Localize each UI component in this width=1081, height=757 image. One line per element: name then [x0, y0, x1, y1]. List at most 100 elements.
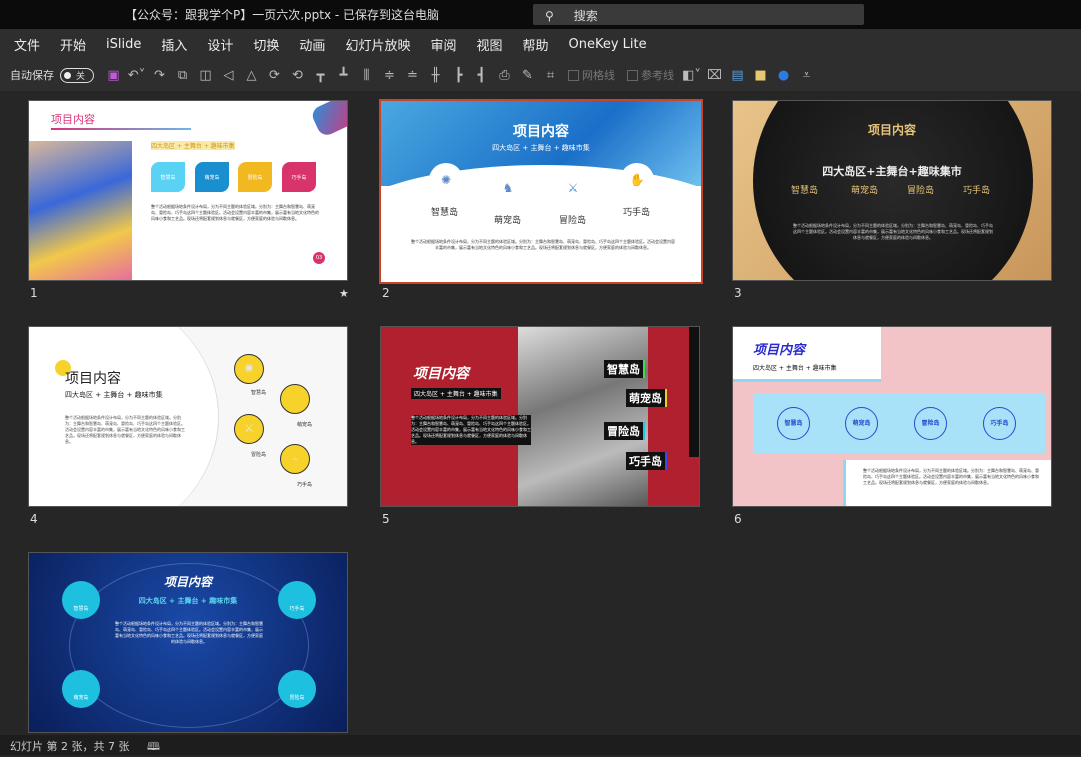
rotate-right-icon[interactable]: ⟳: [263, 68, 286, 83]
slide-number: 4: [30, 512, 38, 526]
tab-animations[interactable]: 动画: [299, 35, 325, 54]
island-card: 智慧岛: [151, 162, 185, 192]
island-card: 冒险岛: [238, 162, 272, 192]
tab-islide[interactable]: iSlide: [106, 37, 141, 52]
slide-thumbnail-5[interactable]: 项目内容 四大岛区 + 主舞台 + 趣味市集 整个活动根据场地条件设计布局，分为…: [380, 326, 700, 507]
distribute-horizontal-icon[interactable]: ⫼: [355, 68, 378, 83]
island-label: 智慧岛: [251, 390, 267, 396]
slide-counter: 幻灯片 第 2 张，共 7 张: [10, 740, 130, 753]
island-label: 冒险岛: [251, 452, 267, 458]
island-label: 萌宠岛: [626, 389, 667, 407]
slide-thumbnail-2[interactable]: 项目内容 四大岛区 + 主舞台 + 趣味市集 ✺ ♞ ⚔ ✋ 智慧岛 萌宠岛 冒…: [379, 99, 703, 284]
island-circle-sword: 冒险岛: [278, 670, 316, 708]
island-label: 萌宠岛: [494, 216, 522, 226]
fill-color-icon[interactable]: ▤: [726, 68, 749, 83]
hand-icon: –: [280, 444, 310, 474]
align-bottom-icon[interactable]: ┻: [332, 68, 355, 83]
group-icon[interactable]: ⧉: [171, 68, 194, 83]
shape-color-icon[interactable]: ■: [749, 68, 772, 83]
tab-onekey[interactable]: OneKey Lite: [569, 37, 647, 52]
search-placeholder: 搜索: [573, 9, 598, 23]
slide-title: 项目内容: [51, 113, 95, 126]
slide-subtitle: 四大岛区 + 主舞台 + 趣味市集: [492, 144, 590, 152]
slide-number: 5: [382, 512, 390, 526]
redo-icon[interactable]: ↷: [148, 68, 171, 83]
align-left-icon[interactable]: ┣: [447, 68, 470, 83]
photo-grayscale: [518, 327, 648, 506]
slide-body: 整个活动根据场地条件设计布局，分为不同主题的体验区域。分别为：主舞台和智慧岛、萌…: [411, 239, 675, 250]
black-bar: [689, 327, 699, 457]
export-icon[interactable]: ⎙: [493, 68, 516, 83]
island-label: 智慧岛: [431, 208, 459, 218]
island-circle: 巧手岛: [983, 407, 1016, 440]
slide-thumbnail-4[interactable]: 项目内容 四大岛区 + 主舞台 + 趣味市集 整个活动根据场地条件设计布局，分为…: [28, 326, 348, 507]
island-label: 冒险岛: [907, 186, 935, 196]
slide-title: 项目内容: [65, 371, 121, 387]
align-right-icon[interactable]: ┫: [470, 68, 493, 83]
decor-shape: [309, 101, 347, 139]
rotate-left-icon[interactable]: ⟲: [286, 68, 309, 83]
slide-subtitle: 四大岛区 + 主舞台 + 趣味市集: [151, 141, 235, 150]
slide-subtitle: 四大岛区 + 主舞台 + 趣味市集: [753, 365, 837, 372]
tab-help[interactable]: 帮助: [522, 35, 548, 54]
slide-title: 项目内容: [413, 366, 469, 382]
search-icon: ⚲: [545, 9, 554, 23]
autosave-toggle[interactable]: 关: [60, 67, 94, 83]
slide-title: 项目内容: [513, 124, 569, 140]
tab-file[interactable]: 文件: [14, 35, 40, 54]
slide-number: 1: [30, 286, 38, 300]
layout-icon[interactable]: ◧˅: [680, 68, 703, 83]
tab-home[interactable]: 开始: [60, 35, 86, 54]
align-center-icon[interactable]: ≑: [378, 68, 401, 83]
distribute-vertical-icon[interactable]: ╫: [424, 68, 447, 83]
slide-body: 整个活动根据场地条件设计布局，分为不同主题的体验区域。分别为：主舞台和智慧岛、萌…: [115, 621, 263, 644]
slide-thumbnail-1[interactable]: 项目内容 四大岛区 + 主舞台 + 趣味市集 智慧岛 萌宠岛 冒险岛 巧手岛 整…: [28, 100, 348, 281]
title-bar: 【公众号：跟我学个P】一页六次.pptx - 已保存到这台电脑 ⚲ 搜索: [0, 0, 1081, 29]
flip-horizontal-icon[interactable]: ◁: [217, 68, 240, 83]
align-top-icon[interactable]: ┳: [309, 68, 332, 83]
window-title: 【公众号：跟我学个P】一页六次.pptx - 已保存到这台电脑: [125, 8, 440, 22]
crop-icon[interactable]: ⌧: [703, 68, 726, 83]
brain-icon: ✺: [429, 163, 463, 197]
island-label: 萌宠岛: [851, 186, 879, 196]
island-label: 巧手岛: [626, 452, 667, 470]
slide-thumbnail-6[interactable]: 项目内容 四大岛区 + 主舞台 + 趣味市集 智慧岛 萌宠岛 冒险岛 巧手岛 整…: [732, 326, 1052, 507]
dog-icon: ♞: [491, 171, 525, 205]
tab-design[interactable]: 设计: [207, 35, 233, 54]
slide-subtitle: 四大岛区 + 主舞台 + 趣味市集: [411, 388, 501, 399]
slide-number: 3: [734, 286, 742, 300]
island-circle: 冒险岛: [914, 407, 947, 440]
tab-view[interactable]: 视图: [476, 35, 502, 54]
page-badge: 03: [313, 252, 325, 264]
tab-slideshow[interactable]: 幻灯片放映: [345, 35, 410, 54]
circle-icon[interactable]: ●: [772, 68, 795, 83]
guides-checkbox[interactable]: 参考线: [627, 67, 674, 83]
customize-toolbar-icon[interactable]: ⩡: [795, 68, 818, 83]
slide-thumbnail-7[interactable]: 项目内容 四大岛区 + 主舞台 + 趣味市集 整个活动根据场地条件设计布局，分为…: [28, 552, 348, 733]
gridlines-checkbox[interactable]: 网格线: [568, 67, 615, 83]
accessibility-icon[interactable]: 🕮: [147, 740, 160, 753]
undo-icon[interactable]: ↶˅: [125, 68, 148, 83]
flip-vertical-icon[interactable]: △: [240, 68, 263, 83]
slide-number: 2: [382, 286, 390, 300]
save-icon[interactable]: ▣: [102, 68, 125, 83]
slide-subtitle: 四大岛区 + 主舞台 + 趣味市集: [65, 391, 163, 399]
tab-review[interactable]: 审阅: [430, 35, 456, 54]
slide-thumbnail-3[interactable]: 项目内容 四大岛区+主舞台+趣味集市 智慧岛 萌宠岛 冒险岛 巧手岛 整个活动根…: [732, 100, 1052, 281]
align-middle-icon[interactable]: ≐: [401, 68, 424, 83]
format-painter-icon[interactable]: ✎: [516, 68, 539, 83]
arrange-icon[interactable]: ◫: [194, 68, 217, 83]
gridlines-label: 网格线: [582, 69, 615, 82]
tab-insert[interactable]: 插入: [161, 35, 187, 54]
island-card: 巧手岛: [282, 162, 316, 192]
island-card: 萌宠岛: [195, 162, 229, 192]
slide-body: 整个活动根据场地条件设计布局，分为不同主题的体验区域。分别为：主舞台和智慧岛、萌…: [863, 468, 1039, 485]
brain-icon: ✺: [234, 354, 264, 384]
island-label: 巧手岛: [963, 186, 991, 196]
search-box[interactable]: ⚲ 搜索: [533, 4, 864, 25]
slide-body: 整个活动根据场地条件设计布局，分为不同主题的体验区域。分别为：主舞台和智慧岛、萌…: [411, 415, 531, 445]
tab-transitions[interactable]: 切换: [253, 35, 279, 54]
ribbon-tabs: 文件 开始 iSlide 插入 设计 切换 动画 幻灯片放映 审阅 视图 帮助 …: [0, 29, 1081, 59]
island-label: 智慧岛: [791, 186, 819, 196]
selection-pane-icon[interactable]: ⌗: [539, 68, 562, 83]
